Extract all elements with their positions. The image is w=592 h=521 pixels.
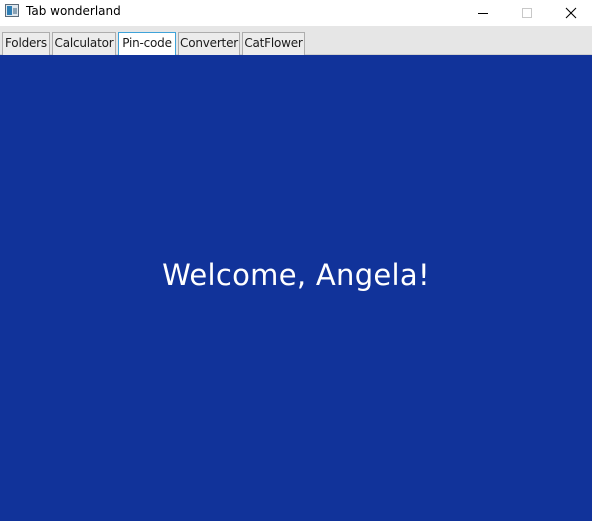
app-window-icon	[5, 4, 19, 17]
tab-folders[interactable]: Folders	[2, 32, 50, 55]
title-bar: Tab wonderland	[0, 0, 592, 26]
tab-pin-code[interactable]: Pin-code	[118, 32, 176, 55]
tab-converter[interactable]: Converter	[178, 32, 240, 55]
minimize-icon	[478, 12, 488, 14]
tab-catflower[interactable]: CatFlower	[242, 32, 305, 55]
tab-calculator[interactable]: Calculator	[52, 32, 116, 55]
maximize-icon	[522, 8, 532, 18]
window-title: Tab wonderland	[26, 4, 121, 18]
minimize-button[interactable]	[460, 0, 506, 26]
welcome-message: Welcome, Angela!	[162, 258, 430, 292]
tab-content-panel: Welcome, Angela!	[0, 55, 592, 521]
close-icon	[565, 7, 577, 19]
maximize-button[interactable]	[504, 0, 550, 26]
tab-bar: Folders Calculator Pin-code Converter Ca…	[0, 26, 592, 55]
close-button[interactable]	[548, 0, 592, 26]
